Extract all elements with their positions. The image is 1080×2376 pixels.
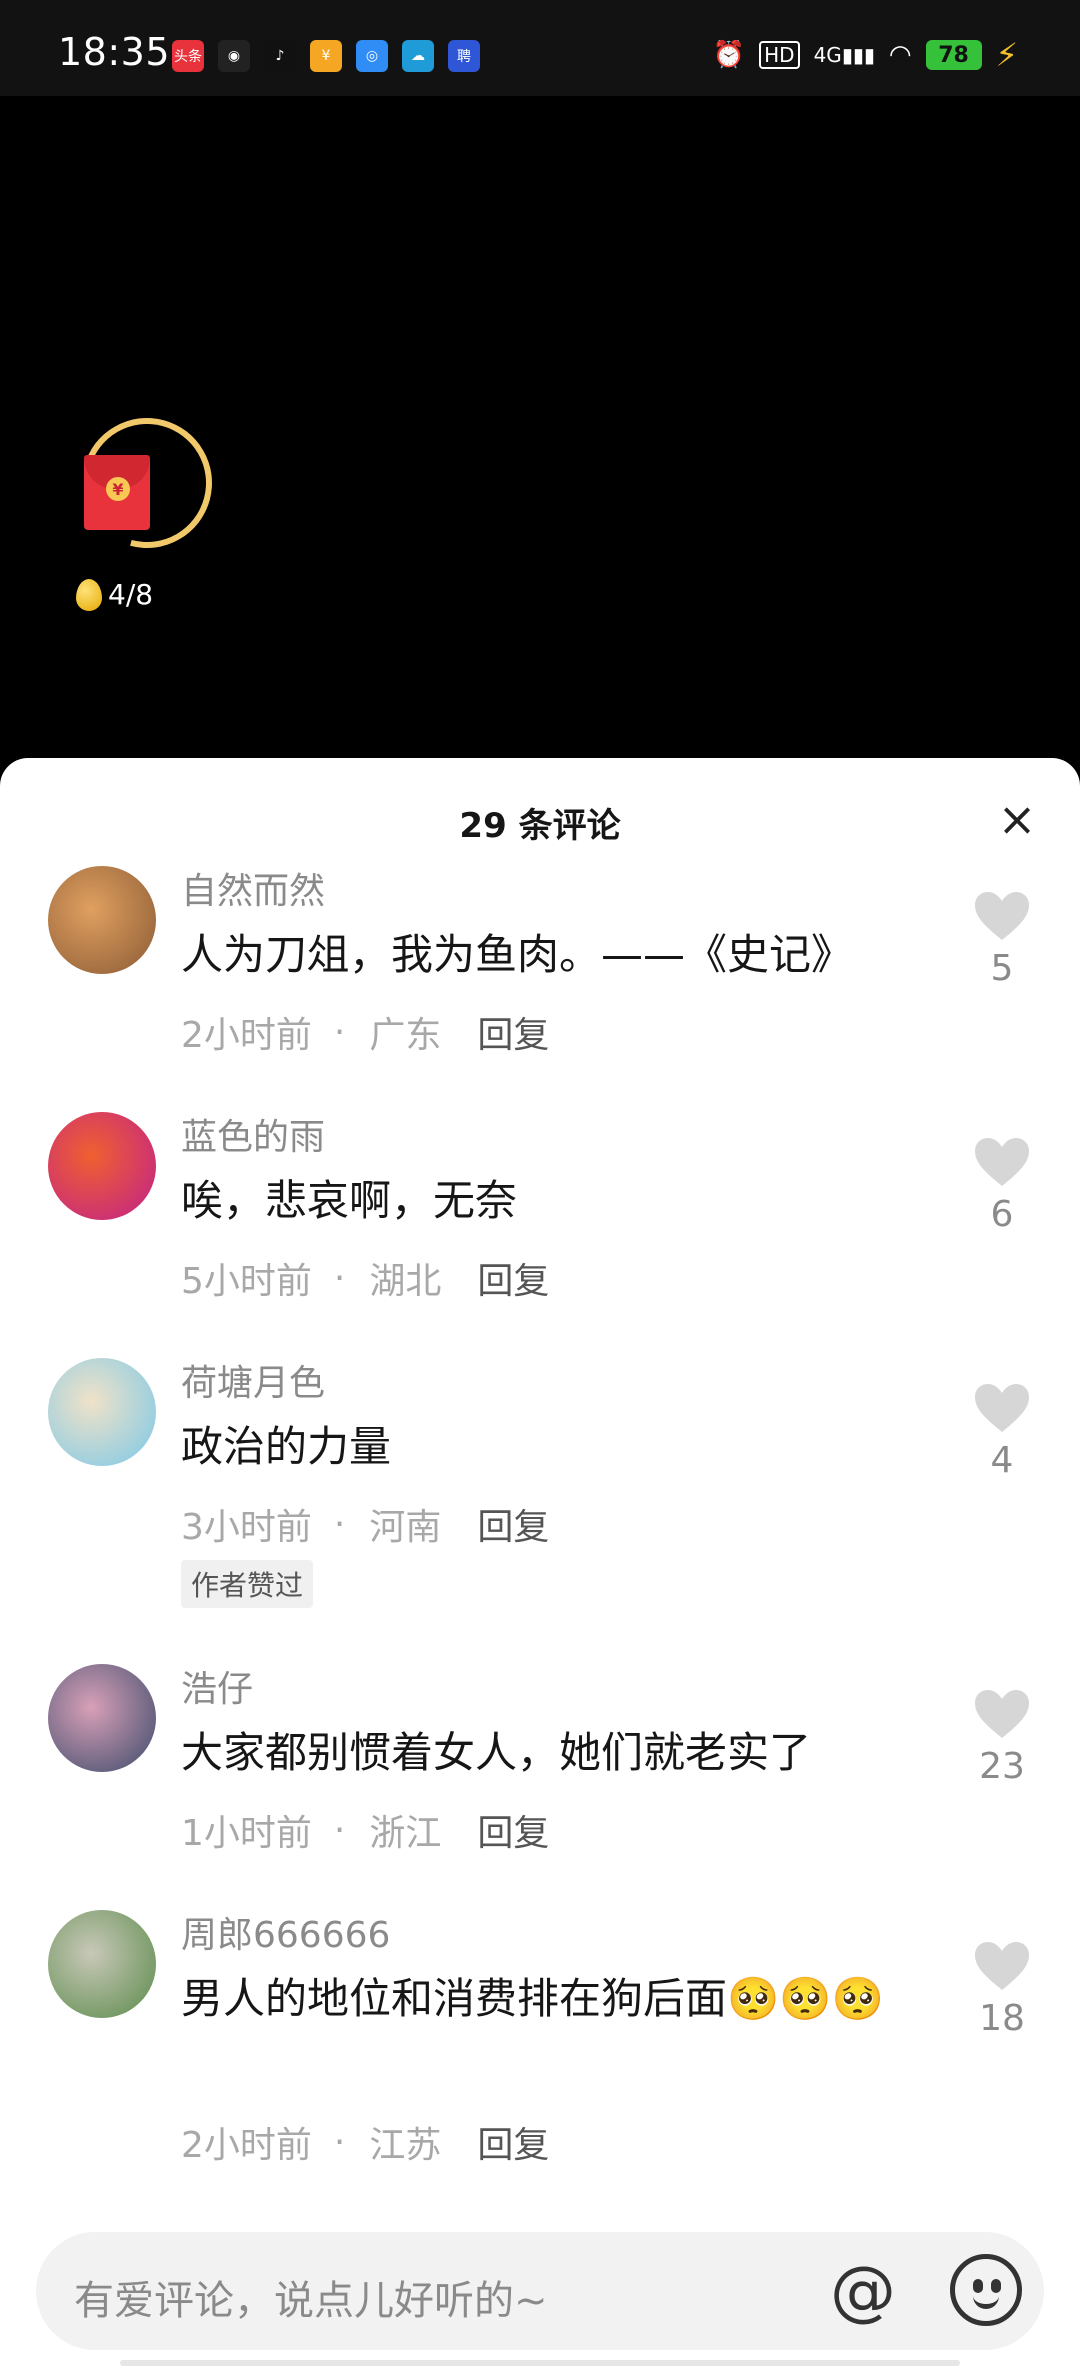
- reply-button[interactable]: 回复: [477, 1006, 549, 1058]
- comment-sheet: 29 条评论 × 自然而然 人为刀俎，我为鱼肉。——《史记》 2小时前 · 广东 回复 5 蓝…: [0, 758, 1080, 2376]
- like-count: 23: [979, 1746, 1025, 1787]
- golden-egg-icon: [76, 578, 102, 611]
- like-count: 6: [990, 1194, 1014, 1235]
- battery-icon: 78: [925, 40, 982, 70]
- avatar[interactable]: [48, 1910, 156, 2018]
- separator-dot: ·: [333, 1257, 346, 1299]
- separator-dot: ·: [333, 1503, 346, 1545]
- wifi-icon: ◠: [888, 40, 912, 70]
- avatar[interactable]: [48, 1664, 156, 1772]
- status-indicators: ⏰ HD 4G▮▮▮ ◠ 78 ⚡: [713, 36, 1018, 74]
- reward-progress: 4/8: [76, 578, 153, 611]
- like-count: 5: [990, 948, 1014, 989]
- network-label: 4G: [813, 43, 842, 67]
- separator-dot: ·: [333, 1011, 346, 1053]
- comment-username[interactable]: 周郎666666: [181, 1906, 390, 1958]
- comment-username[interactable]: 荷塘月色: [181, 1354, 325, 1406]
- alarm-icon: ⏰: [712, 40, 746, 70]
- comment-text: 政治的力量: [181, 1422, 392, 1471]
- avatar[interactable]: [48, 1358, 156, 1466]
- reply-button[interactable]: 回复: [477, 1498, 549, 1550]
- comment-count-title: 29 条评论: [459, 806, 621, 846]
- author-liked-badge: 作者赞过: [181, 1560, 314, 1608]
- like-button[interactable]: 5: [968, 890, 1036, 989]
- like-count: 4: [990, 1440, 1014, 1481]
- comment-time: 5小时前: [181, 1261, 312, 1302]
- comment-meta: 2小时前 · 江苏 回复: [181, 2116, 549, 2168]
- speed-icon: ◉: [218, 40, 250, 72]
- reply-button[interactable]: 回复: [477, 2116, 549, 2168]
- heart-icon: [973, 1136, 1031, 1188]
- comment-meta: 3小时前 · 河南 回复: [181, 1498, 549, 1550]
- heart-icon: [973, 1940, 1031, 1992]
- avatar[interactable]: [48, 866, 156, 974]
- status-bar: 18:35 头条 ◉ ♪ ¥ ◎ ☁ 聘 ⏰ HD 4G▮▮▮ ◠ 78 ⚡: [0, 0, 1080, 96]
- home-indicator: [120, 2360, 960, 2366]
- comment-time: 3小时前: [181, 1507, 312, 1548]
- like-button[interactable]: 18: [968, 1940, 1036, 2039]
- like-button[interactable]: 4: [968, 1382, 1036, 1481]
- separator-dot: ·: [333, 2121, 346, 2163]
- reward-progress-text: 4/8: [108, 578, 154, 611]
- comment-time: 2小时前: [181, 2125, 312, 2166]
- comment-time: 2小时前: [181, 1015, 312, 1056]
- comment-text: 大家都别惯着女人，她们就老实了: [181, 1728, 812, 1777]
- reply-button[interactable]: 回复: [477, 1804, 549, 1856]
- like-button[interactable]: 23: [968, 1688, 1036, 1787]
- comment-time: 1小时前: [181, 1813, 312, 1854]
- comment-location: 浙江: [369, 1813, 442, 1854]
- like-button[interactable]: 6: [968, 1136, 1036, 1235]
- status-app-icons: 头条 ◉ ♪ ¥ ◎ ☁ 聘: [172, 40, 480, 72]
- tiktok-icon: ♪: [264, 40, 296, 72]
- comment-meta: 2小时前 · 广东 回复: [181, 1006, 549, 1058]
- comment-input-placeholder: 有爱评论，说点儿好听的~: [74, 2278, 548, 2324]
- comment-location: 湖北: [369, 1261, 442, 1302]
- signal-icon: 4G▮▮▮: [813, 43, 875, 67]
- comment-meta: 1小时前 · 浙江 回复: [181, 1804, 549, 1856]
- emoji-button[interactable]: [950, 2254, 1022, 2326]
- close-button[interactable]: ×: [994, 796, 1040, 842]
- cloud-icon: ☁: [402, 40, 434, 72]
- heart-icon: [973, 1688, 1031, 1740]
- comment-text: 男人的地位和消费排在狗后面🥺🥺🥺: [181, 1974, 884, 2023]
- comment-location: 河南: [369, 1507, 442, 1548]
- charging-icon: ⚡: [995, 36, 1018, 74]
- heart-icon: [973, 1382, 1031, 1434]
- browser-icon: ◎: [356, 40, 388, 72]
- comment-location: 江苏: [369, 2125, 442, 2166]
- status-time: 18:35: [58, 30, 171, 74]
- comment-meta: 5小时前 · 湖北 回复: [181, 1252, 549, 1304]
- comment-username[interactable]: 浩仔: [181, 1660, 253, 1712]
- sales-icon: ¥: [310, 40, 342, 72]
- comment-username[interactable]: 蓝色的雨: [181, 1108, 325, 1160]
- avatar[interactable]: [48, 1112, 156, 1220]
- red-packet-widget[interactable]: ¥: [58, 394, 236, 572]
- heart-icon: [973, 890, 1031, 942]
- separator-dot: ·: [333, 1809, 346, 1851]
- like-count: 18: [979, 1998, 1025, 2039]
- news-icon: 聘: [448, 40, 480, 72]
- reply-button[interactable]: 回复: [477, 1252, 549, 1304]
- comment-text: 唉，悲哀啊，无奈: [181, 1176, 518, 1225]
- comment-input[interactable]: 有爱评论，说点儿好听的~ @: [36, 2232, 1044, 2350]
- comment-location: 广东: [369, 1015, 442, 1056]
- toutiao-icon: 头条: [172, 40, 204, 72]
- hd-icon: HD: [759, 41, 800, 69]
- red-envelope-icon: ¥: [84, 455, 150, 530]
- comment-username[interactable]: 自然而然: [181, 862, 325, 914]
- comment-text: 人为刀俎，我为鱼肉。——《史记》: [181, 930, 854, 979]
- mention-button[interactable]: @: [826, 2254, 900, 2328]
